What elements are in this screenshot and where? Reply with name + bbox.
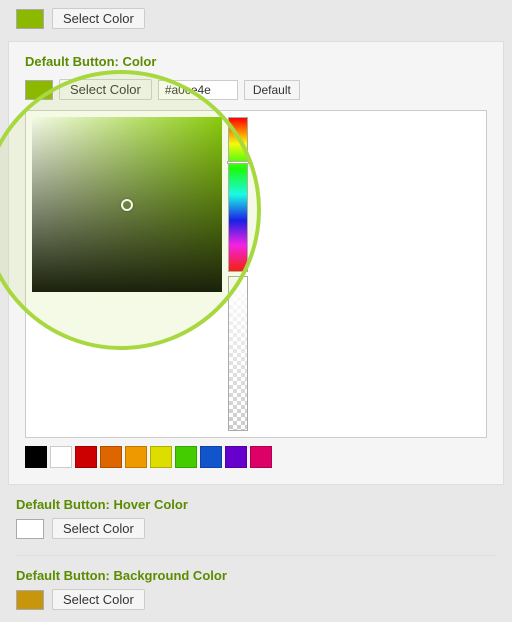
color-picker-top-row: Select Color Default <box>25 79 487 100</box>
swatch-black[interactable] <box>25 446 47 468</box>
hue-indicator <box>227 161 249 164</box>
background-row: Select Color <box>16 589 496 610</box>
hover-select-color-button[interactable]: Select Color <box>52 518 145 539</box>
swatch-orange[interactable] <box>125 446 147 468</box>
swatch-yellow[interactable] <box>150 446 172 468</box>
swatch-red[interactable] <box>75 446 97 468</box>
swatch-white[interactable] <box>50 446 72 468</box>
alpha-strip[interactable] <box>228 276 248 431</box>
swatch-dark-orange[interactable] <box>100 446 122 468</box>
hover-swatch[interactable] <box>16 519 44 539</box>
page-container: Select Color Default Button: Color Selec… <box>0 0 512 512</box>
hue-strip[interactable] <box>228 117 248 272</box>
divider-1 <box>16 555 496 556</box>
color-picker-area <box>25 110 487 438</box>
top-select-color-button[interactable]: Select Color <box>52 8 145 29</box>
swatch-pink[interactable] <box>250 446 272 468</box>
swatch-purple[interactable] <box>225 446 247 468</box>
hover-section: Default Button: Hover Color Select Color <box>0 489 512 551</box>
picker-circle[interactable] <box>121 199 133 211</box>
hex-input[interactable] <box>158 80 238 100</box>
background-swatch[interactable] <box>16 590 44 610</box>
gradient-bg[interactable] <box>32 117 222 292</box>
picker-select-color-button[interactable]: Select Color <box>59 79 152 100</box>
swatch-blue[interactable] <box>200 446 222 468</box>
panel-title: Default Button: Color <box>25 54 487 69</box>
hue-strip-container <box>228 117 248 431</box>
background-select-color-button[interactable]: Select Color <box>52 589 145 610</box>
swatch-green[interactable] <box>175 446 197 468</box>
background-section: Default Button: Background Color Select … <box>0 560 512 622</box>
picker-swatch[interactable] <box>25 80 53 100</box>
default-button[interactable]: Default <box>244 80 300 100</box>
main-color-panel: Default Button: Color Select Color Defau… <box>8 41 504 485</box>
top-color-swatch[interactable] <box>16 9 44 29</box>
hover-row: Select Color <box>16 518 496 539</box>
color-swatches-row <box>25 446 487 468</box>
hover-title: Default Button: Hover Color <box>16 497 496 512</box>
background-title: Default Button: Background Color <box>16 568 496 583</box>
gradient-canvas[interactable] <box>32 117 222 292</box>
top-color-row: Select Color <box>0 0 512 37</box>
